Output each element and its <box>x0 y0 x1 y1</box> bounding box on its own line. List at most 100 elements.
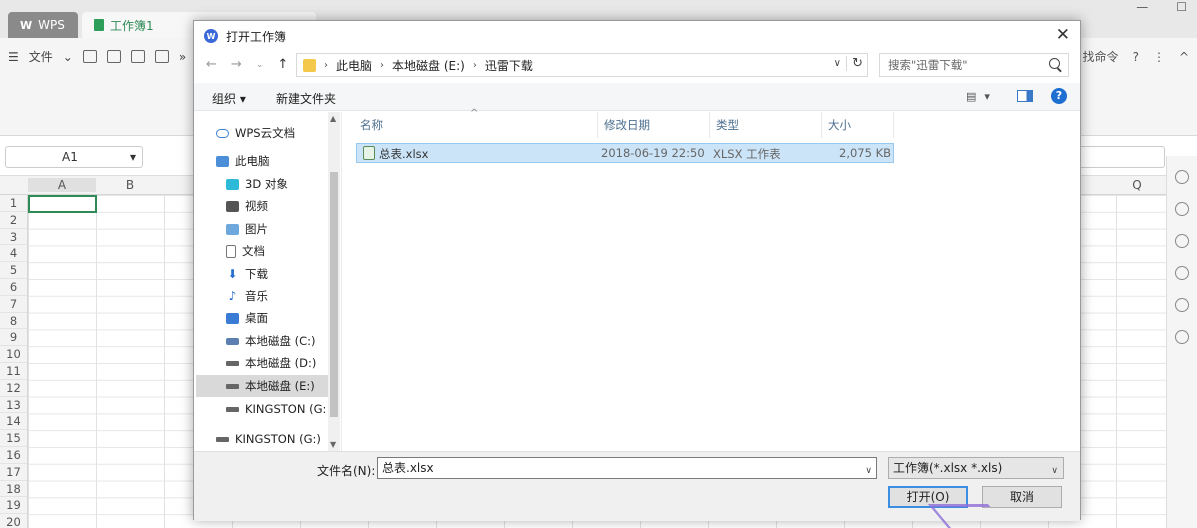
spreadsheet-icon <box>94 19 104 31</box>
file-name: 总表.xlsx <box>379 147 429 161</box>
row-header[interactable]: 15 <box>0 430 27 447</box>
row-header[interactable]: 2 <box>0 212 27 229</box>
print-icon[interactable] <box>130 50 145 63</box>
nav-scrollbar[interactable]: ▲ ▼ <box>328 112 340 451</box>
row-header[interactable]: 7 <box>0 296 27 313</box>
breadcrumb-item[interactable]: 迅雷下载 <box>485 57 533 74</box>
row-header[interactable]: 19 <box>0 497 27 515</box>
file-type: XLSX 工作表 <box>713 147 781 161</box>
minimize-icon[interactable]: — <box>1136 0 1148 14</box>
row-header[interactable]: 16 <box>0 447 27 464</box>
row-header[interactable]: 3 <box>0 229 27 246</box>
back-arrow-icon[interactable]: ← <box>206 57 217 72</box>
tab-label: 工作簿1 <box>110 18 154 33</box>
chevron-down-icon: ∨ <box>1051 466 1058 476</box>
row-header[interactable]: 12 <box>0 380 27 397</box>
tab-wps-home[interactable]: W WPS <box>8 12 78 38</box>
name-box-value: A1 <box>62 150 78 164</box>
maximize-icon[interactable]: ☐ <box>1176 0 1187 14</box>
filetype-select[interactable]: 工作簿(*.xlsx *.xls) ∨ <box>888 457 1064 479</box>
cloud-icon <box>216 128 229 138</box>
music-icon: ♪ <box>228 289 237 303</box>
preview-pane-icon[interactable] <box>1017 90 1033 102</box>
open-workbook-dialog: W 打开工作簿 ✕ ← → ⌄ ↑ › 此电脑 › 本地磁盘 (E:) › 迅雷… <box>193 20 1081 521</box>
row-header[interactable]: 10 <box>0 346 27 363</box>
selected-cell[interactable] <box>28 195 97 213</box>
new-folder-button[interactable]: 新建文件夹 <box>276 90 336 107</box>
breadcrumb-item[interactable]: 本地磁盘 (E:) <box>392 57 465 74</box>
column-header-name[interactable]: 名称 <box>354 112 598 138</box>
file-row[interactable]: 总表.xlsx 2018-06-19 22:50 XLSX 工作表 2,075 … <box>356 143 894 163</box>
column-header-b[interactable]: B <box>96 178 164 192</box>
print-preview-icon[interactable] <box>154 50 169 63</box>
help-icon[interactable]: ? <box>1051 88 1067 104</box>
address-bar[interactable]: › 此电脑 › 本地磁盘 (E:) › 迅雷下载 ∨ ↻ <box>296 53 868 77</box>
collapse-ribbon-icon[interactable]: ^ <box>1179 50 1189 64</box>
forward-arrow-icon[interactable]: → <box>231 57 242 72</box>
column-header-q[interactable]: Q <box>1108 178 1166 192</box>
save-icon[interactable] <box>106 50 121 63</box>
row-header[interactable]: 6 <box>0 279 27 296</box>
dialog-titlebar: W 打开工作簿 ✕ <box>194 21 1080 51</box>
nav-item-label: 视频 <box>245 199 268 213</box>
view-list-icon: ▤ <box>966 90 977 103</box>
row-header[interactable]: 11 <box>0 363 27 380</box>
chevron-down-icon[interactable]: ∨ <box>865 461 872 481</box>
up-arrow-icon[interactable]: ↑ <box>277 57 288 72</box>
column-header-type[interactable]: 类型 <box>710 112 822 138</box>
search-input[interactable]: 搜索"迅雷下载" <box>879 53 1069 77</box>
breadcrumb-item[interactable]: 此电脑 <box>336 57 372 74</box>
name-box[interactable]: A1 ▾ <box>5 146 143 168</box>
column-header-size[interactable]: 大小 <box>822 112 894 138</box>
history-icon[interactable] <box>1175 266 1189 280</box>
close-icon[interactable]: ✕ <box>1056 25 1070 45</box>
help-icon[interactable] <box>1175 298 1189 312</box>
comment-icon[interactable] <box>1175 234 1189 248</box>
row-header[interactable]: 9 <box>0 329 27 347</box>
chevron-right-icon: › <box>324 59 328 71</box>
shapes-icon[interactable] <box>1175 202 1189 216</box>
filename-value: 总表.xlsx <box>382 461 434 475</box>
help-icon[interactable]: ? <box>1133 50 1139 64</box>
row-header[interactable]: 1 <box>0 195 27 212</box>
row-header[interactable]: 4 <box>0 245 27 263</box>
organize-button[interactable]: 组织 ▾ <box>212 90 246 107</box>
row-header[interactable]: 13 <box>0 397 27 414</box>
picture-icon <box>226 223 239 235</box>
row-header[interactable]: 18 <box>0 481 27 498</box>
filename-input[interactable]: 总表.xlsx ∨ <box>377 457 877 479</box>
file-menu[interactable]: 文件 <box>29 48 53 65</box>
row-header[interactable]: 17 <box>0 464 27 481</box>
cancel-button[interactable]: 取消 <box>982 486 1062 508</box>
scrollbar-thumb[interactable] <box>330 172 338 417</box>
cube-icon <box>226 178 239 190</box>
file-size: 2,075 KB <box>839 146 892 160</box>
row-header[interactable]: 14 <box>0 413 27 431</box>
document-icon <box>226 244 236 258</box>
scroll-up-icon[interactable]: ▲ <box>330 114 336 123</box>
open-folder-icon[interactable] <box>82 50 97 63</box>
view-options[interactable]: ▤ ▾ <box>966 90 990 103</box>
row-header[interactable]: 5 <box>0 262 27 279</box>
scroll-down-icon[interactable]: ▼ <box>330 440 336 449</box>
row-header[interactable]: 20 <box>0 514 27 528</box>
row-header[interactable]: 8 <box>0 313 27 330</box>
column-header-modified[interactable]: 修改日期 <box>598 112 710 138</box>
more-icon[interactable]: » <box>179 50 186 64</box>
column-header-a[interactable]: A <box>28 178 96 192</box>
desktop-icon <box>226 312 239 324</box>
chevron-down-icon[interactable]: ∨ <box>834 58 841 69</box>
apps-icon[interactable] <box>1175 330 1189 344</box>
nav-item-drive-e[interactable]: 本地磁盘 (E:) <box>196 375 328 397</box>
chevron-right-icon: › <box>380 59 385 71</box>
recent-chevron-icon[interactable]: ⌄ <box>256 57 264 72</box>
more-options-icon[interactable]: ⋮ <box>1153 50 1165 64</box>
drive-icon <box>226 383 239 389</box>
video-icon <box>226 200 239 212</box>
refresh-icon[interactable]: ↻ <box>846 56 863 71</box>
nav-item-label: KINGSTON (G: <box>245 402 327 416</box>
menu-icon[interactable]: ☰ <box>8 50 19 64</box>
search-icon[interactable] <box>1049 58 1060 69</box>
cursor-icon[interactable] <box>1175 170 1189 184</box>
find-command[interactable]: 找命令 <box>1083 48 1119 65</box>
